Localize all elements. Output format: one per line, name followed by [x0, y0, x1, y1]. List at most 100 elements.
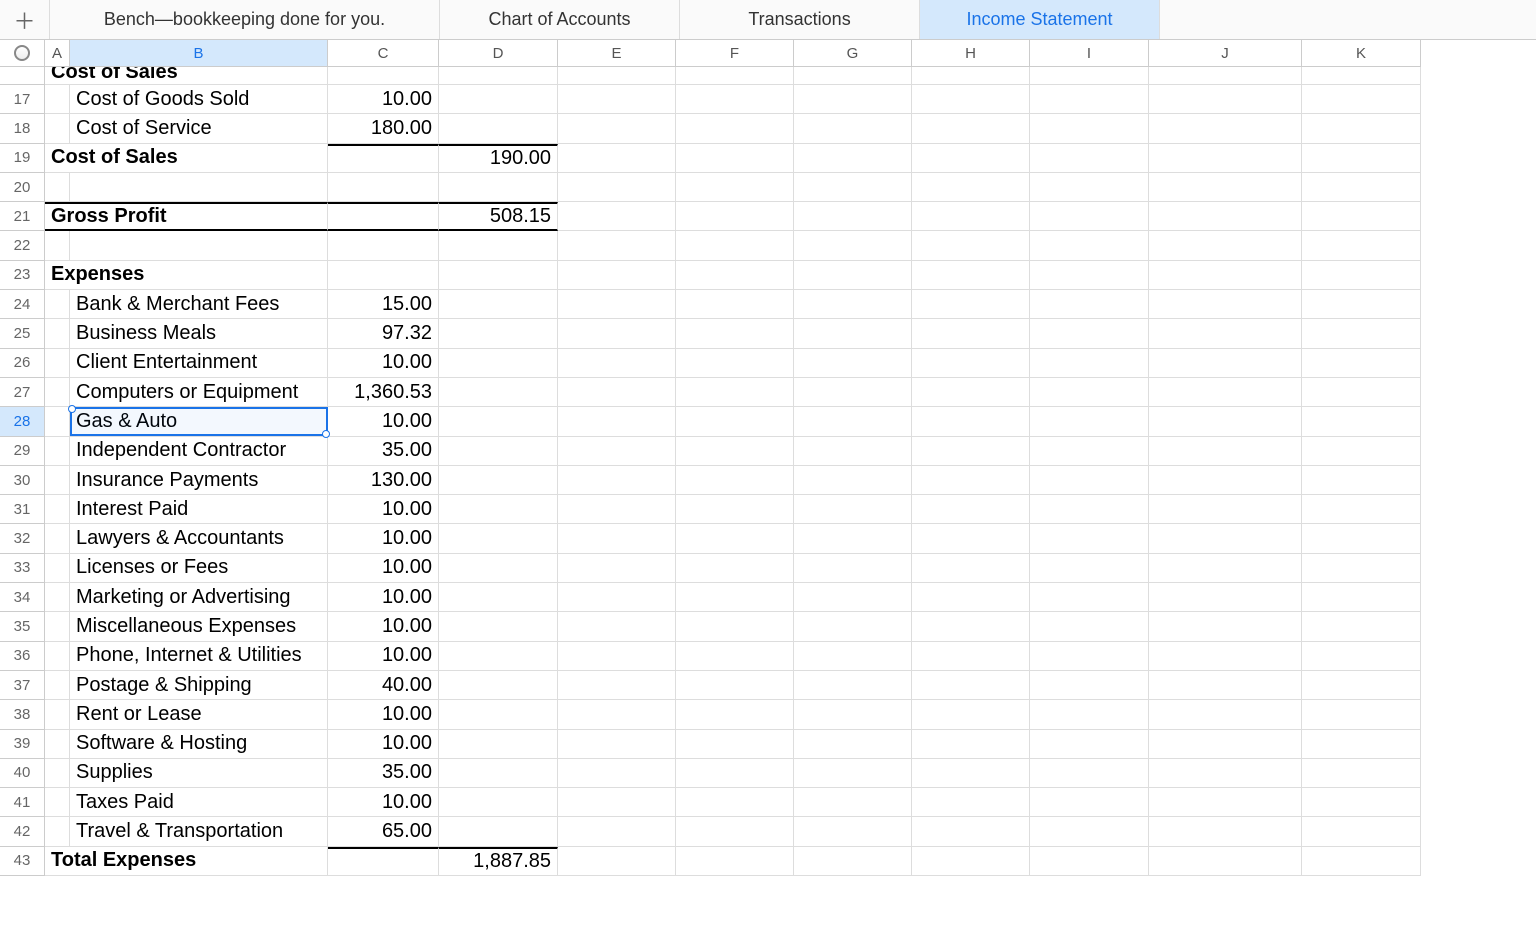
cell[interactable]: [794, 173, 912, 202]
cell[interactable]: [1030, 144, 1149, 173]
cell[interactable]: [676, 261, 794, 290]
cell[interactable]: [1149, 847, 1302, 876]
cell[interactable]: 10.00: [328, 495, 439, 524]
col-header-h[interactable]: H: [912, 40, 1030, 67]
cell[interactable]: 180.00: [328, 114, 439, 143]
cell[interactable]: [912, 319, 1030, 348]
cell[interactable]: 10.00: [328, 349, 439, 378]
cell[interactable]: [794, 817, 912, 846]
cell[interactable]: 10.00: [328, 583, 439, 612]
cell[interactable]: [45, 524, 70, 553]
cell[interactable]: [439, 642, 558, 671]
cell[interactable]: [45, 495, 70, 524]
col-header-b[interactable]: B: [70, 40, 328, 67]
row-header[interactable]: 41: [0, 788, 45, 817]
tab-income-statement[interactable]: Income Statement: [920, 0, 1160, 39]
cell[interactable]: 10.00: [328, 554, 439, 583]
cell[interactable]: [794, 261, 912, 290]
cell[interactable]: [439, 378, 558, 407]
cell[interactable]: [912, 173, 1030, 202]
cell[interactable]: Postage & Shipping: [70, 671, 328, 700]
cell[interactable]: [1030, 67, 1149, 85]
cell[interactable]: [439, 407, 558, 436]
cell[interactable]: [912, 202, 1030, 231]
cell[interactable]: [439, 583, 558, 612]
cell[interactable]: [912, 788, 1030, 817]
cell[interactable]: [439, 788, 558, 817]
cell[interactable]: Insurance Payments: [70, 466, 328, 495]
cell[interactable]: 10.00: [328, 788, 439, 817]
cell[interactable]: [1030, 114, 1149, 143]
cell[interactable]: 40.00: [328, 671, 439, 700]
cell[interactable]: [328, 144, 439, 173]
cell[interactable]: 10.00: [328, 642, 439, 671]
tab-transactions[interactable]: Transactions: [680, 0, 920, 39]
cell[interactable]: [794, 85, 912, 114]
cell[interactable]: [1030, 788, 1149, 817]
cell[interactable]: 190.00: [439, 144, 558, 173]
cell[interactable]: [45, 817, 70, 846]
cell[interactable]: [1149, 671, 1302, 700]
cell[interactable]: [912, 642, 1030, 671]
cell[interactable]: [1302, 261, 1421, 290]
cell[interactable]: [70, 231, 328, 260]
add-sheet-button[interactable]: ＋: [0, 0, 50, 39]
cell[interactable]: [558, 817, 676, 846]
cell[interactable]: [45, 612, 70, 641]
cell[interactable]: [794, 67, 912, 85]
cell[interactable]: [912, 437, 1030, 466]
cell[interactable]: [1149, 173, 1302, 202]
cell[interactable]: [1149, 817, 1302, 846]
row-header[interactable]: 21: [0, 202, 45, 231]
cell[interactable]: [558, 612, 676, 641]
cell[interactable]: [1302, 85, 1421, 114]
cell[interactable]: [45, 554, 70, 583]
cell[interactable]: 65.00: [328, 817, 439, 846]
cell[interactable]: [676, 583, 794, 612]
row-header[interactable]: 37: [0, 671, 45, 700]
cell[interactable]: Computers or Equipment: [70, 378, 328, 407]
cell[interactable]: [1302, 583, 1421, 612]
cell[interactable]: [1030, 554, 1149, 583]
cell[interactable]: [794, 144, 912, 173]
col-header-k[interactable]: K: [1302, 40, 1421, 67]
cell[interactable]: [328, 231, 439, 260]
col-header-e[interactable]: E: [558, 40, 676, 67]
cell[interactable]: [45, 173, 70, 202]
cell[interactable]: [794, 524, 912, 553]
cell[interactable]: [328, 67, 439, 85]
cell[interactable]: [558, 495, 676, 524]
cell[interactable]: [794, 378, 912, 407]
cell[interactable]: [794, 612, 912, 641]
cell[interactable]: [45, 437, 70, 466]
cell[interactable]: [558, 144, 676, 173]
cell[interactable]: [1302, 407, 1421, 436]
cell[interactable]: [676, 67, 794, 85]
cell[interactable]: [676, 231, 794, 260]
cell[interactable]: [912, 700, 1030, 729]
cell[interactable]: Miscellaneous Expenses: [70, 612, 328, 641]
cell[interactable]: [912, 554, 1030, 583]
cell[interactable]: [45, 378, 70, 407]
cell[interactable]: [1149, 642, 1302, 671]
cell[interactable]: [439, 85, 558, 114]
cell[interactable]: [558, 319, 676, 348]
cell[interactable]: Rent or Lease: [70, 700, 328, 729]
cell[interactable]: [794, 319, 912, 348]
cell[interactable]: [439, 319, 558, 348]
cell[interactable]: [912, 495, 1030, 524]
cell[interactable]: [794, 583, 912, 612]
cell[interactable]: [912, 407, 1030, 436]
cell[interactable]: [1149, 437, 1302, 466]
cell[interactable]: [45, 671, 70, 700]
cell[interactable]: [439, 349, 558, 378]
cell[interactable]: Cost of Sales: [45, 67, 328, 85]
cell[interactable]: [912, 144, 1030, 173]
cell[interactable]: [912, 349, 1030, 378]
cell[interactable]: Travel & Transportation: [70, 817, 328, 846]
cell[interactable]: [1030, 642, 1149, 671]
row-header[interactable]: 24: [0, 290, 45, 319]
cell[interactable]: [439, 290, 558, 319]
cell[interactable]: [1302, 817, 1421, 846]
cell[interactable]: [676, 466, 794, 495]
